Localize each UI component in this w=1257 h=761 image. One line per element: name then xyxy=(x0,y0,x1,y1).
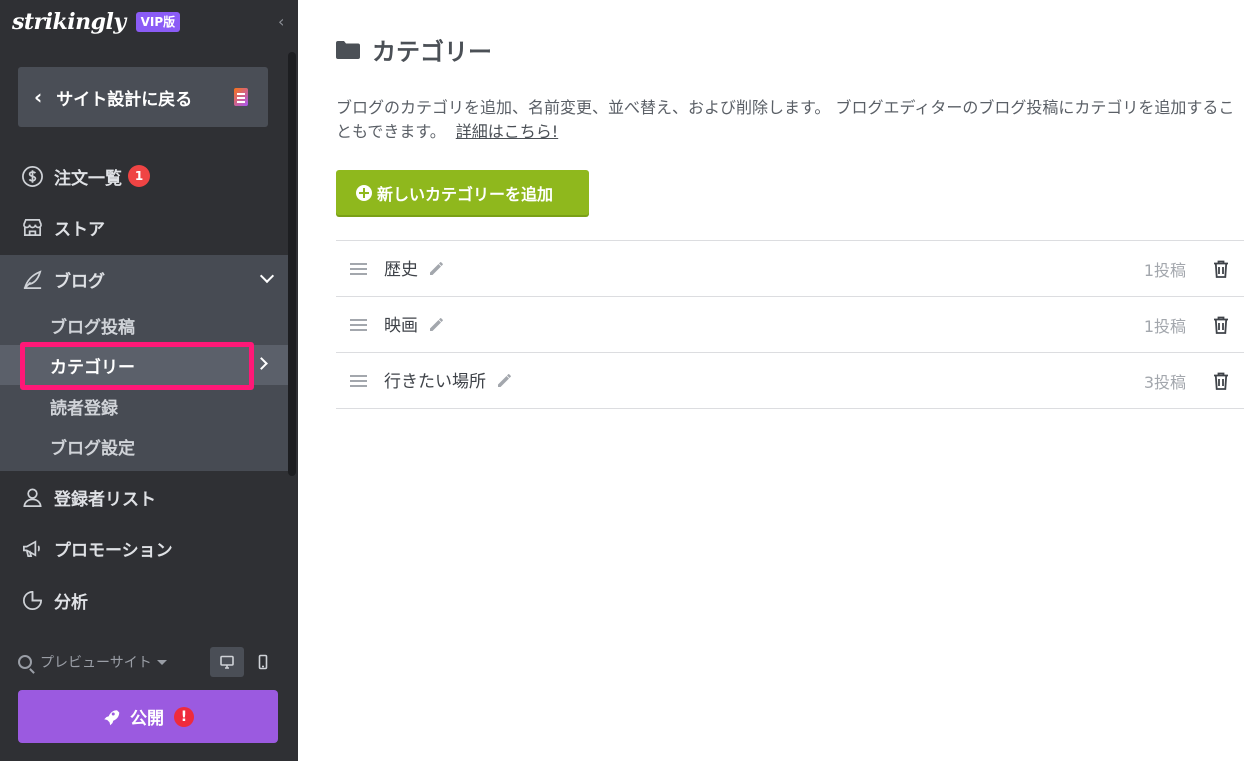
collapse-sidebar-icon[interactable]: ‹ xyxy=(278,14,284,30)
trash-icon[interactable] xyxy=(1212,259,1230,279)
category-row: 歴史 1投稿 xyxy=(336,241,1244,297)
alert-icon: ! xyxy=(174,706,194,727)
drag-handle-icon[interactable] xyxy=(350,263,367,275)
back-button-label: サイト設計に戻る xyxy=(56,89,193,110)
store-icon xyxy=(20,215,44,239)
category-post-count: 1投稿 xyxy=(1143,260,1186,280)
document-icon xyxy=(234,88,248,106)
sidebar-item-label: 注文一覧 xyxy=(54,168,122,189)
details-link[interactable]: 詳細はこちら! xyxy=(456,122,558,141)
drag-handle-icon[interactable] xyxy=(350,375,367,387)
preview-site-dropdown[interactable]: プレビューサイト xyxy=(40,652,152,672)
sidebar-item-analytics[interactable]: 分析 xyxy=(0,576,288,624)
pencil-icon[interactable] xyxy=(496,371,514,394)
orders-count-badge: 1 xyxy=(128,165,150,187)
trash-icon[interactable] xyxy=(1212,315,1230,335)
sidebar-item-store[interactable]: ストア xyxy=(0,203,288,251)
sidebar-item-label: ストア xyxy=(54,219,105,240)
highlight-annotation-box xyxy=(20,342,254,390)
mobile-preview-button[interactable] xyxy=(246,647,280,677)
add-category-label: 新しいカテゴリーを追加 xyxy=(377,184,554,204)
pencil-icon[interactable] xyxy=(428,259,446,282)
sidebar-item-label: プロモーション xyxy=(54,540,173,561)
sidebar-item-orders[interactable]: 注文一覧 1 xyxy=(0,152,288,200)
sidebar-item-label: 登録者リスト xyxy=(54,489,156,510)
category-post-count: 1投稿 xyxy=(1143,316,1186,336)
drag-handle-icon[interactable] xyxy=(350,319,367,331)
category-name: 映画 xyxy=(384,311,446,338)
sidebar-item-promotion[interactable]: プロモーション xyxy=(0,524,288,572)
preview-row: プレビューサイト xyxy=(18,647,278,677)
category-name-text: 映画 xyxy=(384,316,418,337)
strikingly-logo: strikingly xyxy=(12,9,126,35)
category-row: 映画 1投稿 xyxy=(336,297,1244,353)
main-content: カテゴリー ブログのカテゴリを追加、名前変更、並べ替え、および削除します。 ブロ… xyxy=(298,0,1257,761)
category-row: 行きたい場所 3投稿 xyxy=(336,353,1244,409)
category-name-text: 歴史 xyxy=(384,260,418,281)
brand[interactable]: strikingly VIP版 xyxy=(12,8,181,36)
page-title: カテゴリー xyxy=(336,32,492,67)
sidebar-subitem-blog-posts[interactable]: ブログ投稿 xyxy=(50,313,135,338)
sidebar-subitem-blog-settings[interactable]: ブログ設定 xyxy=(50,434,135,459)
quill-icon xyxy=(20,267,44,291)
megaphone-icon xyxy=(20,536,44,560)
category-post-count: 3投稿 xyxy=(1143,372,1186,392)
vip-badge: VIP版 xyxy=(135,12,181,32)
sidebar-subitem-subscriptions[interactable]: 読者登録 xyxy=(50,394,118,419)
publish-label: 公開 xyxy=(130,709,164,729)
pie-chart-icon xyxy=(20,588,44,612)
desktop-icon xyxy=(220,655,234,669)
search-icon xyxy=(18,655,32,669)
page-description: ブログのカテゴリを追加、名前変更、並べ替え、および削除します。 ブログエディター… xyxy=(336,96,1246,144)
rocket-icon xyxy=(104,709,120,725)
sidebar: strikingly VIP版 ‹ ‹ サイト設計に戻る 注文一覧 1 ストア … xyxy=(0,0,298,761)
publish-button[interactable]: 公開 ! xyxy=(18,690,278,743)
chevron-left-icon: ‹ xyxy=(34,85,43,109)
users-icon xyxy=(20,485,44,509)
category-name: 歴史 xyxy=(384,255,446,282)
sidebar-scrollbar[interactable] xyxy=(288,52,296,476)
category-name-text: 行きたい場所 xyxy=(384,372,486,393)
desktop-preview-button[interactable] xyxy=(210,647,244,677)
sidebar-item-subscribers[interactable]: 登録者リスト xyxy=(0,473,288,521)
plus-circle-icon xyxy=(356,184,372,201)
page-title-text: カテゴリー xyxy=(372,38,492,66)
trash-icon[interactable] xyxy=(1212,371,1230,391)
add-category-button[interactable]: 新しいカテゴリーを追加 xyxy=(336,170,589,215)
folder-icon xyxy=(336,40,360,59)
dollar-circle-icon xyxy=(20,164,44,188)
pencil-icon[interactable] xyxy=(428,315,446,338)
category-list: 歴史 1投稿 映画 1投稿 行きたい場所 3投稿 xyxy=(336,240,1244,409)
sidebar-item-label: 分析 xyxy=(54,592,88,613)
sidebar-item-label: ブログ xyxy=(54,271,105,292)
caret-down-icon[interactable] xyxy=(156,659,167,665)
back-to-site-editor-button[interactable]: ‹ サイト設計に戻る xyxy=(18,67,268,127)
category-name: 行きたい場所 xyxy=(384,367,514,394)
mobile-icon xyxy=(258,654,268,670)
sidebar-item-blog[interactable]: ブログ xyxy=(0,255,288,303)
